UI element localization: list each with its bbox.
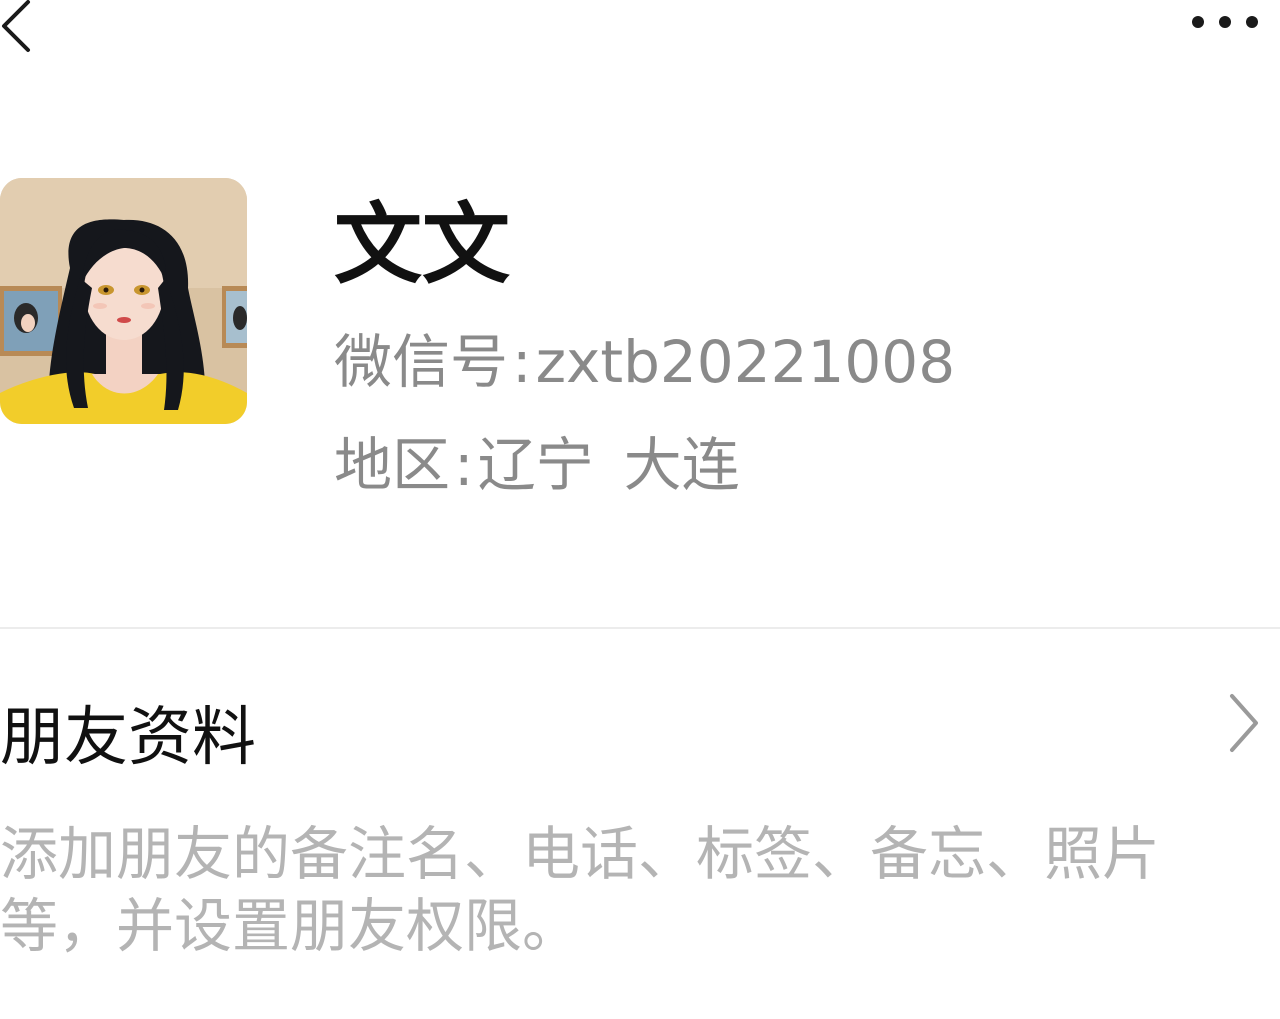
chevron-right-icon: [1230, 694, 1258, 752]
region-city: 大连: [623, 431, 740, 499]
wechat-id-line: 微信号:zxtb20221008: [334, 327, 955, 397]
region-label: 地区: [334, 431, 451, 499]
profile-page: 文文 微信号:zxtb20221008 地区:辽宁 大连 朋友资料 添加朋友的备注…: [0, 0, 1280, 1019]
wechat-id-separator: :: [512, 328, 532, 396]
back-button[interactable]: [0, 0, 48, 60]
nickname: 文文: [334, 193, 511, 296]
more-button[interactable]: [1186, 8, 1266, 38]
wechat-id-label: 微信号: [334, 328, 509, 396]
avatar-image: [0, 178, 247, 424]
friend-info-title: 朋友资料: [0, 701, 256, 775]
friend-info-row[interactable]: 朋友资料: [0, 660, 1280, 810]
wechat-id-value[interactable]: zxtb20221008: [536, 328, 956, 396]
avatar[interactable]: [0, 178, 247, 424]
region-line: 地区:辽宁 大连: [334, 430, 740, 500]
region-separator: :: [454, 431, 474, 499]
friend-info-description: 添加朋友的备注名、电话、标签、备忘、照片等，并设置朋友权限。: [0, 820, 1161, 960]
chevron-left-icon: [2, 0, 30, 52]
section-divider: [0, 627, 1280, 629]
more-dots-icon: [1192, 16, 1258, 28]
region-province: 辽宁: [477, 431, 594, 499]
